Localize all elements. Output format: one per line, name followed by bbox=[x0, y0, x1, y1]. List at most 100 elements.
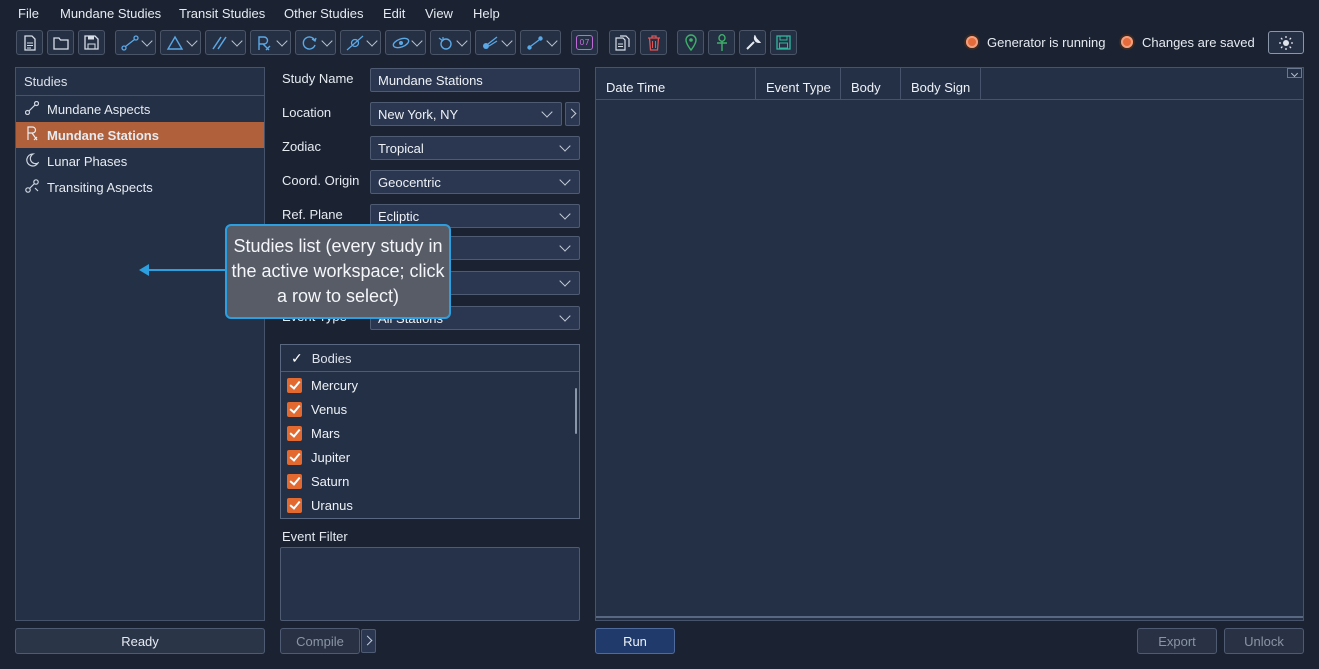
copy-button[interactable] bbox=[609, 30, 636, 55]
aspect-dropdown[interactable] bbox=[115, 30, 156, 55]
copy-icon bbox=[615, 34, 630, 51]
aspect-icon bbox=[24, 100, 40, 118]
wrench-icon bbox=[745, 34, 761, 50]
orbit-icon bbox=[392, 37, 410, 48]
body-row[interactable]: Mercury bbox=[287, 373, 358, 397]
zodiac-select[interactable]: Tropical bbox=[370, 136, 580, 160]
col-date-time[interactable]: Date Time bbox=[596, 68, 756, 100]
coord-origin-select[interactable]: Geocentric bbox=[370, 170, 580, 194]
body-checkbox[interactable] bbox=[287, 401, 302, 417]
study-name-field[interactable]: Mundane Stations bbox=[370, 68, 580, 92]
body-label: Jupiter bbox=[311, 449, 351, 465]
body-row[interactable]: Saturn bbox=[287, 469, 349, 493]
studies-header: Studies bbox=[15, 67, 265, 96]
location-button[interactable] bbox=[677, 30, 704, 55]
open-folder-button[interactable] bbox=[47, 30, 74, 55]
menu-help[interactable]: Help bbox=[473, 6, 500, 21]
event-filter-textarea[interactable] bbox=[280, 547, 580, 621]
save-disk-button[interactable] bbox=[770, 30, 797, 55]
retrograde-icon bbox=[258, 35, 271, 50]
study-row[interactable]: Lunar Phases bbox=[16, 148, 264, 174]
body-checkbox[interactable] bbox=[287, 497, 302, 513]
saved-status-text: Changes are saved bbox=[1142, 35, 1255, 50]
location-select[interactable]: New York, NY bbox=[370, 102, 562, 126]
lunar-dropdown[interactable] bbox=[430, 30, 471, 55]
comet-dropdown[interactable] bbox=[475, 30, 516, 55]
results-table bbox=[595, 67, 1304, 621]
location-label: Location bbox=[282, 105, 332, 120]
generator-status-text: Generator is running bbox=[987, 35, 1106, 50]
trash-icon bbox=[647, 34, 660, 51]
check-all-icon: ✓ bbox=[291, 349, 303, 366]
body-label: Venus bbox=[311, 401, 348, 417]
compile-expand-button[interactable] bbox=[361, 629, 376, 653]
body-row[interactable]: Mars bbox=[287, 421, 340, 445]
event-filter-label: Event Filter bbox=[282, 529, 348, 544]
unlock-button[interactable]: Unlock bbox=[1224, 628, 1304, 654]
menu-mundane-studies[interactable]: Mundane Studies bbox=[60, 6, 161, 21]
menu-bar: File Mundane Studies Transit Studies Oth… bbox=[0, 0, 1319, 28]
menu-view[interactable]: View bbox=[425, 6, 453, 21]
body-checkbox[interactable] bbox=[287, 449, 302, 465]
save-button[interactable] bbox=[78, 30, 105, 55]
generator-status-indicator bbox=[966, 36, 978, 48]
status-button[interactable]: Ready bbox=[15, 628, 265, 654]
column-menu-button[interactable] bbox=[1287, 68, 1302, 78]
compile-button[interactable]: Compile bbox=[280, 628, 360, 654]
body-label: Mercury bbox=[311, 377, 358, 393]
calendar-button[interactable]: 07 bbox=[571, 30, 598, 55]
study-row-label: Mundane Aspects bbox=[47, 101, 151, 117]
retrograde-dropdown[interactable] bbox=[250, 30, 291, 55]
lunar-icon bbox=[438, 36, 452, 50]
body-row[interactable]: Jupiter bbox=[287, 445, 350, 469]
eclipse-icon bbox=[346, 35, 364, 50]
col-body-sign[interactable]: Body Sign bbox=[901, 68, 981, 100]
study-row[interactable]: Mundane Aspects bbox=[16, 96, 264, 122]
new-file-icon bbox=[23, 34, 36, 51]
retrograde-icon bbox=[24, 126, 40, 144]
save-disk-icon bbox=[776, 35, 791, 50]
save-icon bbox=[84, 35, 99, 50]
col-body[interactable]: Body bbox=[841, 68, 901, 100]
results-scrollbar[interactable] bbox=[596, 616, 1303, 618]
location-expand-button[interactable] bbox=[565, 102, 580, 126]
settings-button[interactable] bbox=[739, 30, 766, 55]
callout-arrow-line bbox=[146, 269, 225, 271]
body-row[interactable]: Uranus bbox=[287, 493, 353, 517]
study-row-label: Lunar Phases bbox=[47, 153, 128, 169]
menu-file[interactable]: File bbox=[18, 6, 39, 21]
menu-other-studies[interactable]: Other Studies bbox=[284, 6, 364, 21]
menu-edit[interactable]: Edit bbox=[383, 6, 405, 21]
menu-transit-studies[interactable]: Transit Studies bbox=[179, 6, 265, 21]
zodiac-label: Zodiac bbox=[282, 139, 322, 154]
theme-toggle-button[interactable] bbox=[1268, 31, 1304, 54]
body-row[interactable]: Venus bbox=[287, 397, 347, 421]
study-row[interactable]: Mundane Stations bbox=[16, 122, 264, 148]
body-checkbox[interactable] bbox=[287, 425, 302, 441]
bodies-scrollbar[interactable] bbox=[575, 388, 577, 434]
delete-button[interactable] bbox=[640, 30, 667, 55]
parallel-dropdown[interactable] bbox=[205, 30, 246, 55]
run-button[interactable]: Run bbox=[595, 628, 675, 654]
study-row[interactable]: Transiting Aspects bbox=[16, 174, 264, 200]
ankh-button[interactable] bbox=[708, 30, 735, 55]
col-event-type[interactable]: Event Type bbox=[756, 68, 841, 100]
bodies-header[interactable]: ✓ Bodies bbox=[281, 345, 579, 372]
eclipse-dropdown[interactable] bbox=[340, 30, 381, 55]
ref-plane-label: Ref. Plane bbox=[282, 207, 343, 222]
studies-header-label: Studies bbox=[24, 74, 68, 89]
export-button[interactable]: Export bbox=[1137, 628, 1217, 654]
triangle-dropdown[interactable] bbox=[160, 30, 201, 55]
orbit-dropdown[interactable] bbox=[385, 30, 426, 55]
new-file-button[interactable] bbox=[16, 30, 43, 55]
aspect-icon bbox=[121, 34, 139, 51]
ankh-icon bbox=[716, 33, 727, 51]
node-icon bbox=[527, 35, 543, 50]
callout-arrow-head bbox=[139, 264, 149, 276]
node-dropdown[interactable] bbox=[520, 30, 561, 55]
body-label: Saturn bbox=[311, 473, 350, 489]
study-row-label: Mundane Stations bbox=[47, 127, 159, 143]
cycle-dropdown[interactable] bbox=[295, 30, 336, 55]
body-checkbox[interactable] bbox=[287, 473, 302, 489]
body-checkbox[interactable] bbox=[287, 377, 302, 393]
